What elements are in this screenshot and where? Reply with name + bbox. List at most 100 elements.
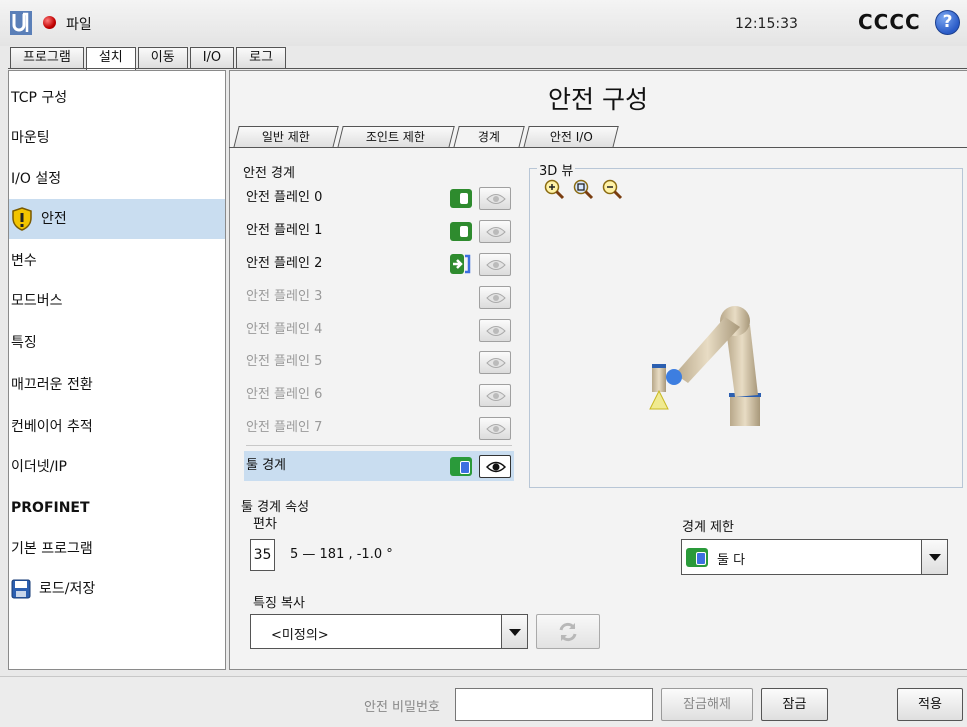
visibility-button[interactable] (479, 319, 511, 342)
page-title: 안전 구성 (548, 85, 648, 114)
sidebar-item-conveyor-tracking[interactable]: 컨베이어 추적 (9, 407, 225, 447)
tab-program[interactable]: 프로그램 (10, 47, 84, 69)
eye-icon (486, 358, 506, 368)
plane-row-6[interactable]: 안전 플레인 6 (244, 380, 514, 410)
sidebar-item-features[interactable]: 특징 (9, 323, 225, 363)
eye-icon (486, 293, 506, 303)
zoom-fit-icon[interactable] (572, 178, 594, 200)
sidebar-item-label: 마운팅 (11, 130, 50, 146)
deviation-input[interactable]: 35 (250, 539, 275, 571)
floppy-disk-icon (11, 579, 31, 599)
plane-label: 안전 플레인 6 (246, 387, 323, 402)
visibility-button[interactable] (479, 187, 511, 210)
tab-safety-io[interactable]: 안전 I/O (523, 126, 619, 148)
plane-row-4[interactable]: 안전 플레인 4 (244, 315, 514, 345)
title-bar (0, 0, 967, 46)
chevron-down-icon[interactable] (921, 540, 947, 574)
boundaries-title: 안전 경계 (243, 166, 295, 181)
eye-icon (486, 227, 506, 237)
plane-label: 안전 플레인 4 (246, 322, 323, 337)
deviation-label: 편차 (253, 517, 277, 532)
help-button[interactable]: ? (935, 10, 960, 35)
sidebar-item-load-save[interactable]: 로드/저장 (9, 569, 225, 609)
plane-row-2[interactable]: 안전 플레인 2 (244, 249, 514, 279)
zoom-in-icon[interactable] (543, 178, 565, 200)
boundary-limit-select[interactable]: 둘 다 (681, 539, 948, 575)
ur-logo-icon (10, 11, 32, 35)
safety-password-input[interactable] (455, 688, 653, 721)
chevron-down-icon[interactable] (501, 615, 527, 648)
sidebar-item-label: 매끄러운 전환 (11, 377, 93, 393)
lock-button[interactable]: 잠금 (761, 688, 828, 721)
visibility-button[interactable] (479, 384, 511, 407)
sidebar-item-tcp[interactable]: TCP 구성 (9, 78, 225, 118)
sidebar-item-label: 변수 (11, 253, 37, 269)
eye-icon (486, 326, 506, 336)
unlock-button[interactable]: 잠금해제 (661, 688, 753, 721)
plane-enabled-toggle[interactable] (450, 189, 472, 208)
plane-enabled-toggle[interactable] (450, 222, 472, 241)
zoom-out-icon[interactable] (601, 178, 623, 200)
sidebar-item-label: 로드/저장 (39, 581, 96, 597)
3d-view-frame[interactable] (529, 168, 963, 488)
visibility-button[interactable] (479, 253, 511, 276)
sidebar-item-mounting[interactable]: 마운팅 (9, 118, 225, 158)
plane-row-0[interactable]: 안전 플레인 0 (244, 183, 514, 213)
file-menu[interactable]: 파일 (66, 14, 92, 34)
eye-icon (486, 391, 506, 401)
refresh-button[interactable] (536, 614, 600, 649)
robot-status-icon[interactable] (43, 16, 56, 29)
refresh-icon (559, 622, 577, 642)
sidebar-item-safety[interactable]: 안전 (9, 199, 225, 239)
tab-io[interactable]: I/O (189, 47, 235, 69)
sidebar-item-io-setup[interactable]: I/O 설정 (9, 159, 225, 199)
visibility-button[interactable] (479, 220, 511, 243)
sidebar-item-modbus[interactable]: 모드버스 (9, 281, 225, 321)
plane-row-3[interactable]: 안전 플레인 3 (244, 282, 514, 312)
tab-joint-limits[interactable]: 조인트 제한 (337, 126, 455, 148)
trigger-plane-icon[interactable] (450, 254, 472, 274)
sidebar-item-label: TCP 구성 (11, 90, 68, 106)
safety-password-label: 안전 비밀번호 (364, 700, 440, 715)
eye-icon (486, 424, 506, 434)
clock: 12:15:33 (735, 16, 798, 32)
visibility-button[interactable] (479, 286, 511, 309)
sidebar-item-label: PROFINET (11, 500, 90, 516)
sidebar-item-label: 모드버스 (11, 293, 63, 309)
sidebar-item-smooth-transition[interactable]: 매끄러운 전환 (9, 365, 225, 405)
top-tabs: 프로그램 설치 이동 I/O 로그 (10, 47, 288, 70)
tab-general-limits[interactable]: 일반 제한 (233, 126, 339, 148)
eye-icon (486, 260, 506, 270)
visibility-button[interactable] (479, 351, 511, 374)
tool-boundary-row[interactable]: 툴 경계 (244, 451, 514, 481)
plane-row-7[interactable]: 안전 플레인 7 (244, 413, 514, 443)
sidebar-item-ethernet-ip[interactable]: 이더넷/IP (9, 447, 225, 487)
copy-feature-select[interactable]: <미정의> (250, 614, 528, 649)
sidebar-item-profinet[interactable]: PROFINET (9, 488, 225, 528)
tab-move[interactable]: 이동 (137, 47, 188, 69)
plane-label: 안전 플레인 2 (246, 256, 323, 271)
sub-tabs: 일반 제한 조인트 제한 경계 안전 I/O (232, 126, 619, 148)
sidebar-item-label: 안전 (41, 211, 67, 227)
boundary-limit-value: 둘 다 (717, 553, 746, 568)
plane-row-1[interactable]: 안전 플레인 1 (244, 216, 514, 246)
tab-log[interactable]: 로그 (236, 47, 287, 69)
visibility-button[interactable] (479, 455, 511, 478)
sub-tab-divider (229, 147, 967, 148)
deviation-range: 5 — 181 , -1.0 ° (290, 547, 393, 562)
plane-row-5[interactable]: 안전 플레인 5 (244, 347, 514, 377)
tab-installation[interactable]: 설치 (85, 47, 136, 70)
tab-boundaries[interactable]: 경계 (453, 126, 525, 148)
sidebar-item-variables[interactable]: 변수 (9, 241, 225, 281)
tab-label: 경계 (477, 130, 500, 144)
apply-button[interactable]: 적용 (897, 688, 963, 721)
sidebar-item-default-program[interactable]: 기본 프로그램 (9, 529, 225, 569)
robot-name: CCCC (858, 10, 921, 34)
visibility-button[interactable] (479, 417, 511, 440)
tool-boundary-toggle[interactable] (450, 457, 472, 476)
sidebar-item-label: I/O 설정 (11, 171, 62, 187)
eye-icon (486, 461, 506, 473)
sidebar-item-label: 기본 프로그램 (11, 541, 93, 557)
tool-boundary-label: 툴 경계 (246, 458, 287, 473)
plane-label: 안전 플레인 0 (246, 190, 323, 205)
